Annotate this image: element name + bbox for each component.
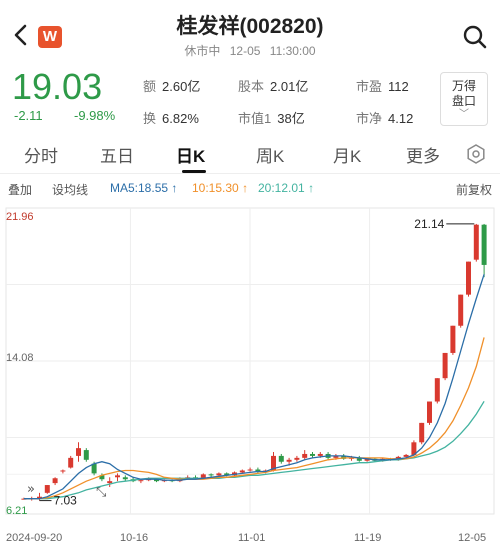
candle-body	[122, 477, 128, 480]
market-status: 休市中 12-05 11:30:00	[0, 42, 500, 59]
candle-body	[68, 457, 74, 468]
order-book-line1: 万得	[451, 79, 476, 93]
candle-body	[450, 325, 456, 353]
candle-body	[419, 422, 425, 443]
candle-body	[278, 455, 284, 462]
price-change-percent: -9.98%	[74, 108, 116, 123]
order-book-line2: 盘口	[451, 94, 476, 108]
candle-body	[458, 294, 464, 326]
y-label-low: 6.21	[6, 505, 28, 517]
candle-body	[83, 450, 89, 460]
y-label-high: 21.96	[6, 211, 34, 223]
x-label-1: 10-16	[120, 532, 149, 544]
status-date: 12-05	[229, 44, 261, 58]
overlay-button[interactable]: 叠加	[8, 181, 32, 198]
status-time: 11:30:00	[269, 44, 316, 58]
candle-body	[473, 224, 479, 260]
metric-pe-ratio: 市盈 112	[356, 79, 409, 94]
ma5-label: MA5:18.55 ↑	[110, 181, 178, 195]
candle-body	[427, 401, 432, 423]
candle-body	[239, 470, 245, 473]
chevron-down-icon: ﹀	[459, 109, 469, 120]
candle-body	[302, 453, 308, 458]
search-icon[interactable]	[462, 24, 488, 50]
top-bar: W 桂发祥(002820) 休市中 12-05 11:30:00	[0, 0, 500, 64]
moving-average-bar: 叠加 设均线 MA5:18.55 ↑ 10:15.30 ↑ 20:12.01 ↑…	[0, 178, 500, 198]
tab-more[interactable]: 更多	[406, 142, 440, 167]
candle-body	[317, 453, 323, 456]
candle-body	[208, 474, 214, 476]
kline-chart-canvas: 21.14 7.03 » ⤡	[5, 207, 495, 515]
y-label-mid: 14.08	[6, 352, 34, 364]
stock-title: 桂发祥(002820)	[176, 15, 324, 38]
order-book-button[interactable]: 万得 盘口 ﹀	[440, 72, 488, 126]
candle-body	[115, 475, 120, 478]
collapse-arrows-icon[interactable]: »	[27, 482, 35, 497]
x-label-2: 11-01	[238, 532, 266, 544]
metric-turnover-amount: 额 2.60亿	[143, 79, 201, 94]
candle-body	[52, 478, 58, 484]
tab-intraday[interactable]: 分时	[24, 142, 58, 167]
expand-diagonal-icon[interactable]: ⤡	[96, 485, 107, 500]
tab-five-day[interactable]: 五日	[100, 142, 134, 167]
candle-body	[286, 459, 292, 462]
max-marker-label: 21.14	[414, 217, 444, 231]
candle-body	[76, 448, 81, 456]
market-status-text: 休市中	[184, 44, 221, 58]
candle-body	[247, 469, 253, 471]
quote-summary: 19.03 -2.11 -9.98% 额 2.60亿 股本 2.01亿 市盈 112 …	[0, 64, 500, 130]
x-label-3: 11-19	[354, 532, 382, 544]
metric-turnover-rate: 换 6.82%	[143, 111, 199, 126]
metric-pb-ratio: 市净 4.12	[356, 111, 414, 126]
x-label-0: 2024-09-20	[6, 532, 63, 544]
active-tab-indicator	[182, 170, 206, 173]
metric-share-capital: 股本 2.01亿	[238, 79, 309, 94]
candle-body	[44, 485, 50, 493]
candle-body	[60, 470, 66, 472]
ma10-label: 10:15.30 ↑	[192, 181, 249, 195]
candle-body	[466, 261, 471, 295]
candle-body	[481, 224, 487, 265]
metric-market-cap: 市值1 38亿	[238, 111, 305, 126]
ma20-label: 20:12.01 ↑	[258, 181, 315, 195]
ma5-up-arrow-icon: ↑	[171, 181, 178, 195]
kline-chart[interactable]: 21.14 7.03» ⤡ 21.96 14.08 6.21 2024-09-20 …	[0, 198, 500, 556]
tab-monthly-k[interactable]: 月K	[333, 142, 361, 167]
set-ma-button[interactable]: 设均线	[52, 181, 88, 198]
candle-body	[216, 473, 222, 476]
price-change: -2.11	[14, 108, 43, 123]
candle-body	[442, 352, 448, 379]
candle-body	[310, 453, 315, 456]
period-tabs: 分时 五日 日K 周K 月K 更多	[0, 134, 500, 174]
candle-body	[434, 378, 440, 402]
candle-body	[107, 481, 113, 484]
settings-icon[interactable]	[465, 143, 487, 165]
ma10-up-arrow-icon: ↑	[242, 181, 249, 195]
x-label-4: 12-05	[458, 532, 487, 544]
ma20-up-arrow-icon: ↑	[308, 181, 315, 195]
tab-weekly-k[interactable]: 周K	[256, 142, 284, 167]
last-price: 19.03	[12, 66, 103, 107]
min-marker-label: 7.03	[54, 494, 78, 508]
candle-body	[138, 480, 144, 482]
tab-daily-k[interactable]: 日K	[176, 142, 205, 167]
price-adjust-button[interactable]: 前复权	[456, 181, 492, 198]
candle-body	[294, 457, 300, 460]
